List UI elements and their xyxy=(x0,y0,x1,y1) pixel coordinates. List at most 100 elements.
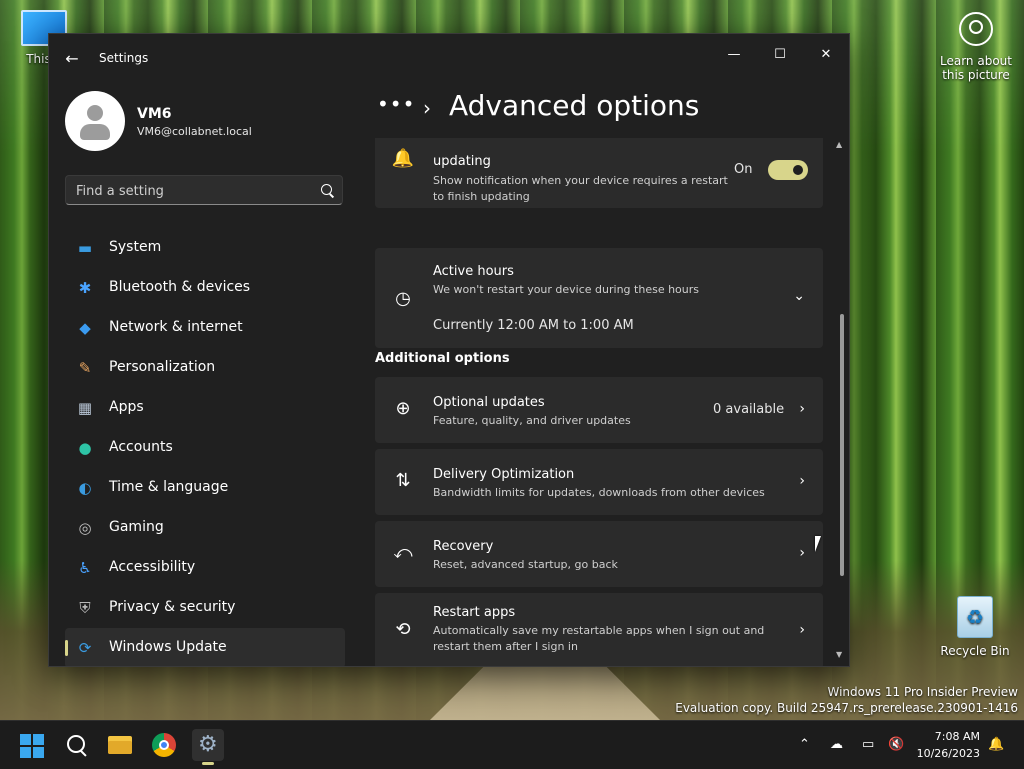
settings-taskbar-button[interactable]: ⚙ xyxy=(192,729,224,765)
sidebar-item-label: Network & internet xyxy=(109,319,243,335)
chevron-right-icon: › xyxy=(799,473,805,489)
chevron-down-icon[interactable]: ⌄ xyxy=(793,288,805,304)
restart-notification-card: 🔔 updating Show notification when your d… xyxy=(375,138,823,208)
search-box[interactable] xyxy=(65,175,343,205)
sidebar-item-network-internet[interactable]: ◆ Network & internet xyxy=(65,308,345,348)
onedrive-icon[interactable]: ☁ xyxy=(830,737,843,752)
desktop-icon-label: Recycle Bin xyxy=(940,644,1010,658)
card-title: Recovery xyxy=(433,539,494,554)
sidebar-item-privacy-security[interactable]: ⛨ Privacy & security xyxy=(65,588,345,628)
avatar[interactable] xyxy=(65,91,125,151)
sidebar-item-label: Accounts xyxy=(109,439,173,455)
maximize-button[interactable]: ☐ xyxy=(757,40,803,70)
sidebar-item-label: System xyxy=(109,239,162,255)
breadcrumb-overflow-button[interactable]: ••• xyxy=(377,92,415,116)
search-icon[interactable] xyxy=(321,184,332,195)
shield-icon: ⛨ xyxy=(79,599,91,617)
app-title: Settings xyxy=(99,51,149,65)
monitor-icon: ▬ xyxy=(77,239,93,257)
bluetooth-icon: ✱ xyxy=(78,279,92,297)
desktop-icon-learn-about-picture[interactable]: Learn about this picture xyxy=(936,12,1016,82)
toggle-knob xyxy=(793,165,803,175)
scroll-up-arrow[interactable]: ▲ xyxy=(836,140,842,149)
card-description: Bandwidth limits for updates, downloads … xyxy=(433,486,765,499)
sidebar-item-time-language[interactable]: ◐ Time & language xyxy=(65,468,345,508)
sidebar-item-system[interactable]: ▬ System xyxy=(65,228,345,268)
option-value: 0 available xyxy=(713,402,785,417)
camera-icon xyxy=(959,12,993,46)
desktop-icon-label: Learn about this picture xyxy=(940,54,1012,82)
desktop-icon-recycle-bin[interactable]: ♻ Recycle Bin xyxy=(940,596,1010,658)
clock-date[interactable]: 10/26/2023 xyxy=(906,747,980,760)
scroll-down-arrow[interactable]: ▼ xyxy=(836,650,842,659)
avatar-body xyxy=(80,124,110,140)
chrome-button[interactable] xyxy=(148,729,180,761)
card-description: Automatically save my restartable apps w… xyxy=(433,624,765,653)
user-name: VM6 xyxy=(137,106,172,122)
bell-icon: 🔔 xyxy=(391,148,415,169)
active-hours-card[interactable]: ◷ Active hours We won't restart your dev… xyxy=(375,248,823,348)
sidebar-item-label: Personalization xyxy=(109,359,216,375)
windows-logo-icon xyxy=(33,747,44,758)
file-explorer-button[interactable] xyxy=(104,729,136,761)
sidebar-item-label: Accessibility xyxy=(109,559,196,575)
option-card-delivery-optimization[interactable]: ⇅ Delivery Optimization Bandwidth limits f… xyxy=(375,449,823,515)
chevron-up-icon[interactable]: ⌃ xyxy=(799,737,810,752)
sidebar-nav: ▬ System ✱ Bluetooth & devices ◆ Network & in… xyxy=(65,228,345,666)
option-card-restart-apps[interactable]: ⟲ Restart apps Automatically save my resta… xyxy=(375,593,823,666)
sidebar-item-windows-update[interactable]: ⟳ Windows Update xyxy=(65,628,345,666)
card-title: Active hours xyxy=(433,264,514,279)
sidebar-item-personalization[interactable]: ✎ Personalization xyxy=(65,348,345,388)
sidebar-item-label: Time & language xyxy=(109,479,229,495)
apps-icon: ▦ xyxy=(77,399,93,417)
volume-icon[interactable]: 🔇 xyxy=(888,737,904,752)
minimize-button[interactable]: — xyxy=(711,40,757,70)
chevron-right-icon: › xyxy=(799,622,805,638)
network-icon[interactable]: ▭ xyxy=(862,737,874,752)
user-email: VM6@collabnet.local xyxy=(137,125,252,138)
sidebar-item-label: Apps xyxy=(109,399,144,415)
brush-icon: ✎ xyxy=(78,359,92,377)
accessibility-icon: ♿ xyxy=(78,559,92,577)
sidebar-item-accounts[interactable]: ● Accounts xyxy=(65,428,345,468)
settings-window: ← Settings — ☐ ✕ VM6 VM6@collabnet.local… xyxy=(48,33,850,667)
title-bar[interactable]: ← Settings — ☐ ✕ xyxy=(49,34,849,82)
sidebar-item-label: Privacy & security xyxy=(109,599,236,615)
card-description: Reset, advanced startup, go back xyxy=(433,558,618,571)
windows-logo-icon xyxy=(33,734,44,745)
breadcrumb-separator: › xyxy=(423,96,431,120)
section-title: Additional options xyxy=(375,351,510,366)
card-description: Show notification when your device requi… xyxy=(433,174,728,203)
start-button[interactable] xyxy=(16,729,48,761)
taskbar: ⚙ ⌃ ☁ ▭ 🔇 7:08 AM 10/26/2023 🔔 xyxy=(0,720,1024,769)
sidebar-item-gaming[interactable]: ◎ Gaming xyxy=(65,508,345,548)
sidebar-item-apps[interactable]: ▦ Apps xyxy=(65,388,345,428)
notification-bell-icon[interactable]: 🔔 xyxy=(988,737,1004,752)
person-icon: ● xyxy=(78,439,92,457)
windows-logo-icon xyxy=(20,734,31,745)
scrollbar-thumb[interactable] xyxy=(840,314,844,576)
taskbar-search-button[interactable] xyxy=(60,729,92,761)
avatar-head xyxy=(87,105,103,121)
sidebar-item-label: Bluetooth & devices xyxy=(109,279,251,295)
option-card-optional-updates[interactable]: ⊕ Optional updates Feature, quality, and d… xyxy=(375,377,823,443)
mouse-cursor xyxy=(815,536,827,552)
restart-notification-toggle[interactable] xyxy=(768,160,808,180)
clock-time[interactable]: 7:08 AM xyxy=(912,730,980,743)
update-icon: ⟳ xyxy=(78,639,92,657)
back-button[interactable]: ← xyxy=(61,48,83,70)
search-input[interactable] xyxy=(74,181,308,201)
sidebar-item-accessibility[interactable]: ♿ Accessibility xyxy=(65,548,345,588)
option-card-recovery[interactable]: ⤺ Recovery Reset, advanced startup, go bac… xyxy=(375,521,823,587)
recycle-bin-icon: ♻ xyxy=(957,596,993,638)
clock-icon: ◷ xyxy=(395,288,411,309)
delivery-icon: ⇅ xyxy=(395,470,411,491)
restart-apps-icon: ⟲ xyxy=(395,619,411,640)
close-button[interactable]: ✕ xyxy=(803,40,849,70)
sidebar-item-label: Gaming xyxy=(109,519,164,535)
watermark-line: Evaluation copy. Build 25947.rs_prerelea… xyxy=(675,701,1018,715)
sidebar-item-label: Windows Update xyxy=(109,639,227,655)
gear-icon: ⚙ xyxy=(198,732,218,757)
sidebar-item-bluetooth-devices[interactable]: ✱ Bluetooth & devices xyxy=(65,268,345,308)
watermark-line: Windows 11 Pro Insider Preview xyxy=(827,685,1018,699)
